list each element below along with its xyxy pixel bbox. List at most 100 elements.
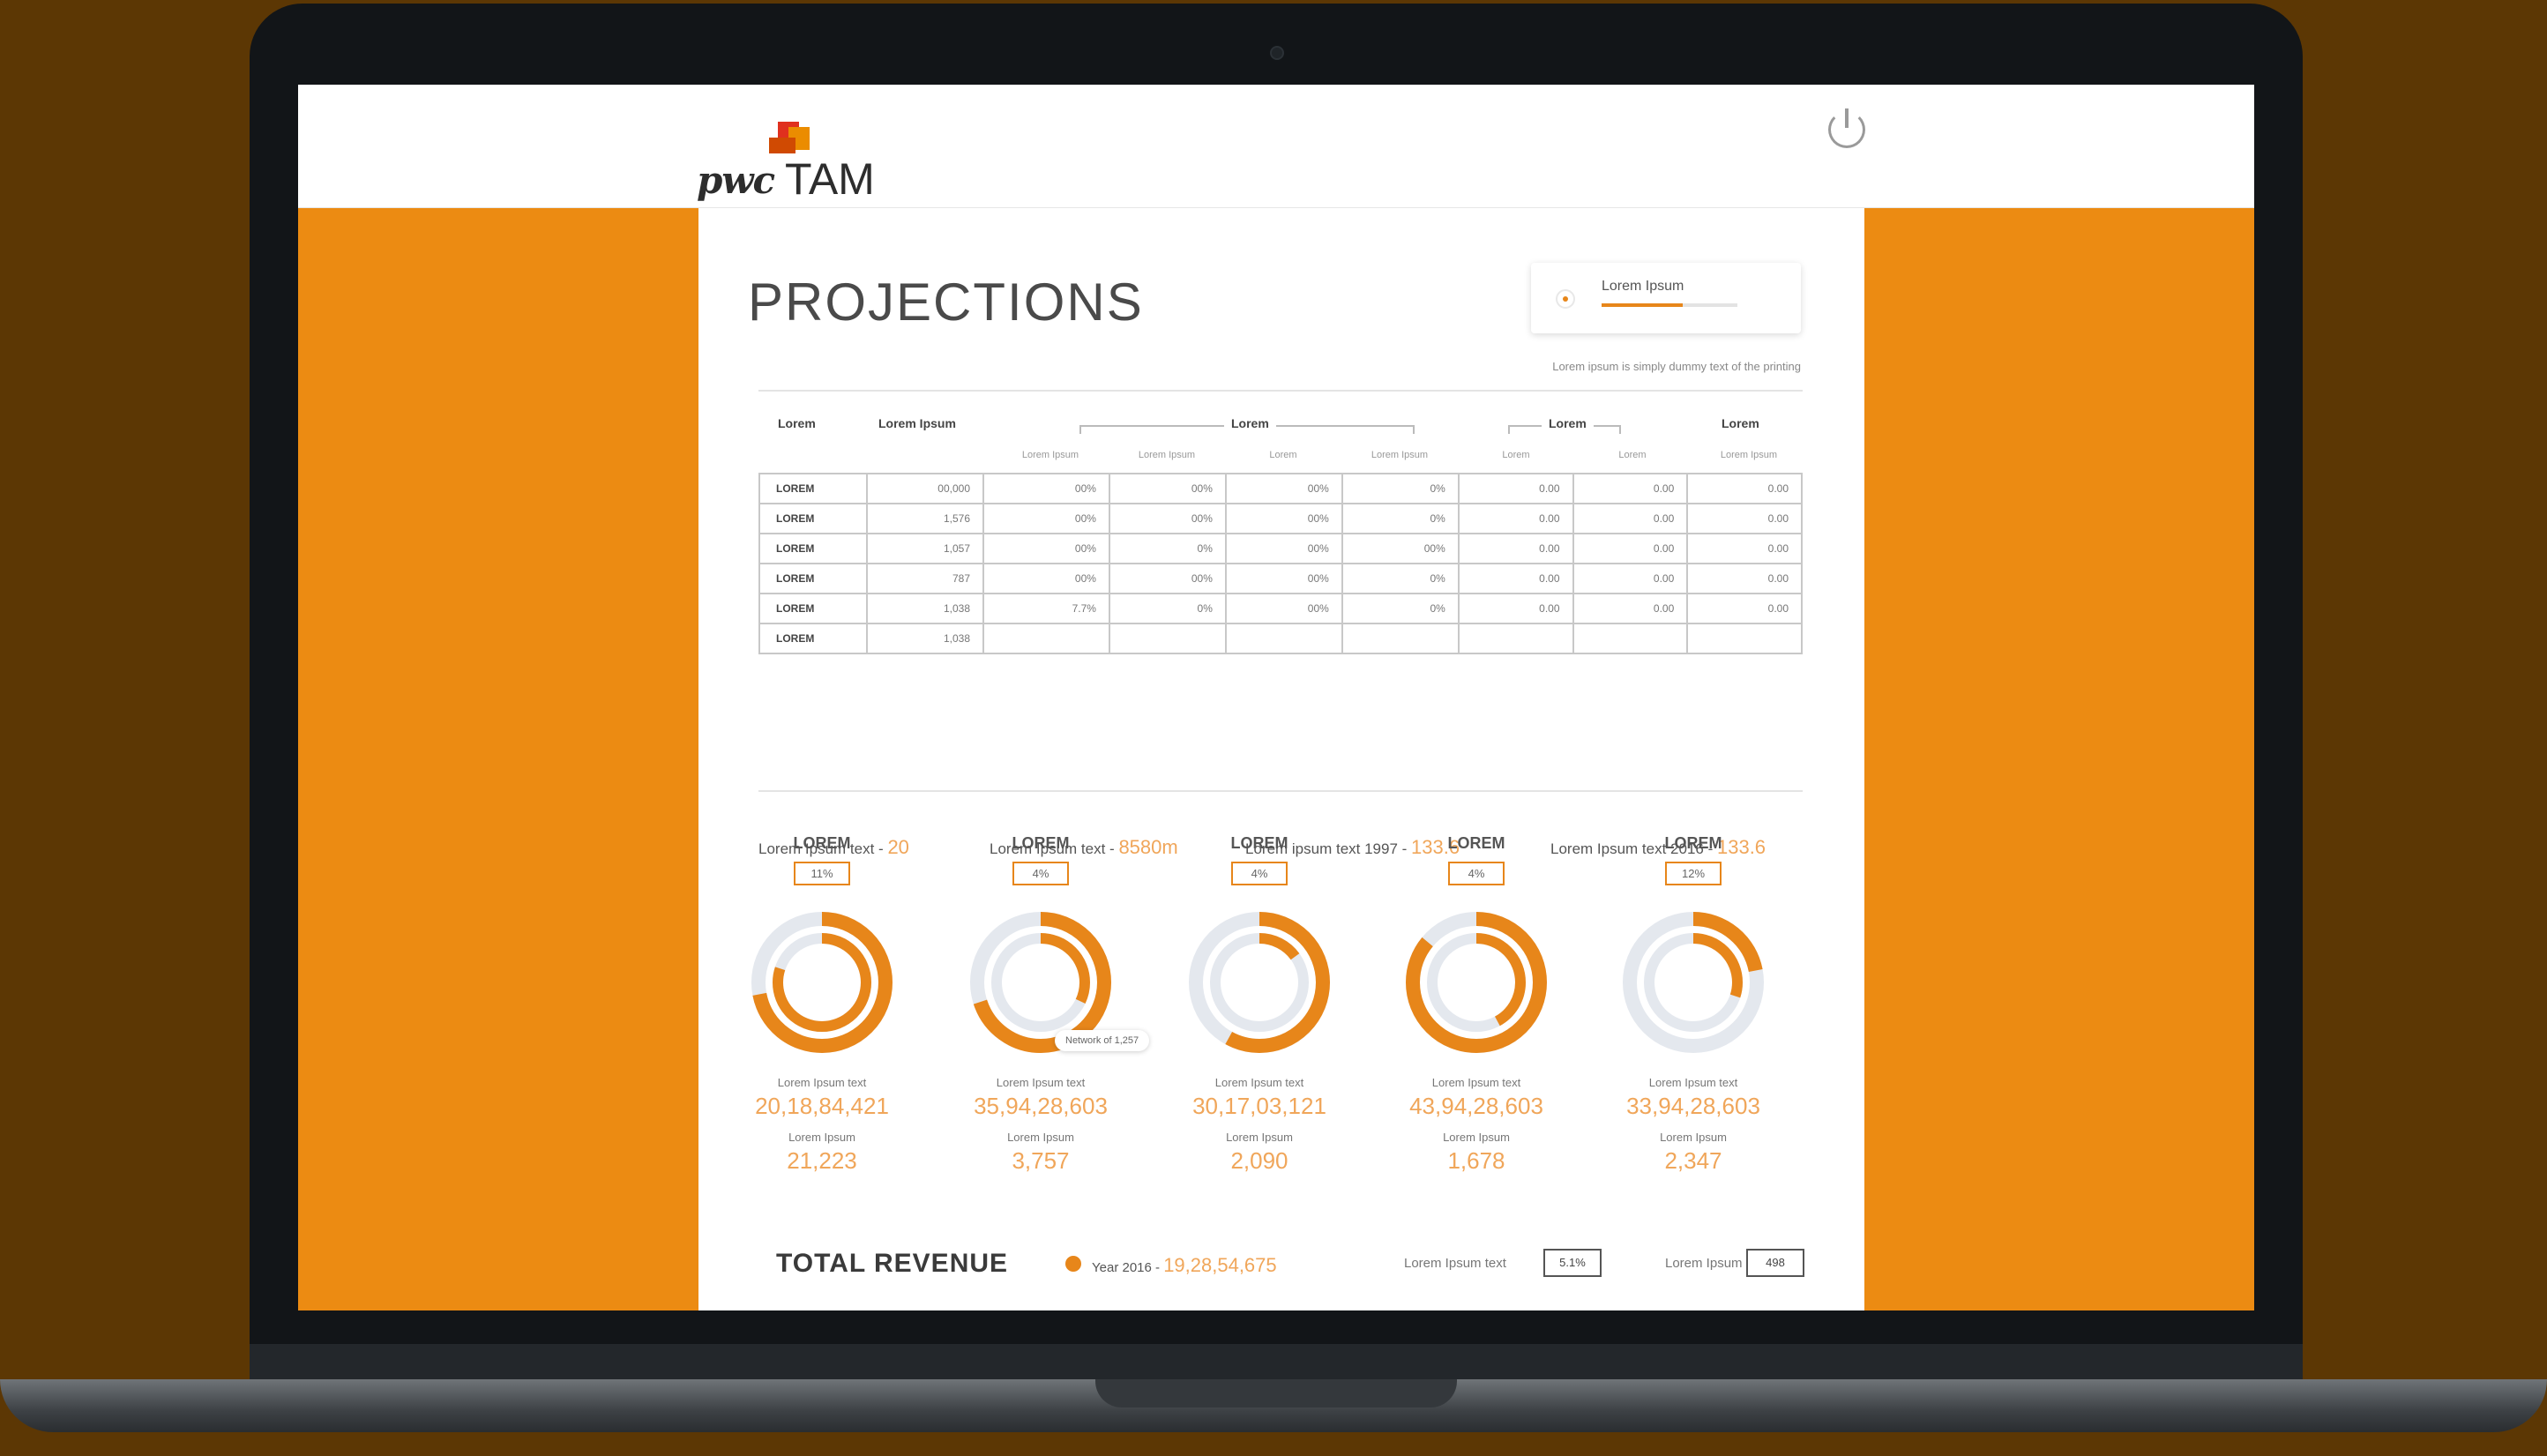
table-cell: 00% — [982, 533, 1110, 564]
table-cell — [982, 623, 1110, 654]
projection-table: LOREM 00,000 00% 00% 00% 0% 0.00 0.00 0.00 LOREM 1… — [758, 473, 1803, 654]
donut-label: Lorem Ipsum text — [777, 1076, 867, 1089]
table-cell: 0% — [1341, 593, 1460, 624]
table-cell: 1,576 — [866, 503, 984, 534]
top-bar: pwc TAM — [298, 85, 2254, 208]
donut-value: 20,18,84,421 — [755, 1093, 889, 1119]
table-cell: 7.7% — [982, 593, 1110, 624]
table-row: LOREM 787 00% 00% 00% 0% 0.00 0.00 0.00 — [758, 563, 1803, 594]
table-cell: 00% — [1224, 533, 1343, 564]
camera-icon — [1270, 46, 1284, 60]
table-cell: 0.00 — [1572, 473, 1689, 504]
table-cell: 0.00 — [1686, 473, 1803, 504]
power-icon[interactable] — [1828, 108, 1865, 148]
table-cell: 00% — [1108, 563, 1227, 594]
donut-badge[interactable]: 4% — [1231, 862, 1288, 885]
year-dot-icon — [1065, 1256, 1081, 1272]
total-revenue-title: TOTAL REVENUE — [776, 1249, 1009, 1278]
donut-heading: LOREM — [793, 834, 851, 852]
table-row: LOREM 1,576 00% 00% 00% 0% 0.00 0.00 0.00 — [758, 503, 1803, 534]
table-cell: 1,038 — [866, 623, 984, 654]
table-cell — [1572, 623, 1689, 654]
legend-label: Lorem Ipsum — [1602, 279, 1684, 294]
donut-sublabel: Lorem Ipsum — [1007, 1131, 1074, 1144]
table-cell: 0.00 — [1572, 593, 1689, 624]
donut-sublabel: Lorem Ipsum — [1660, 1131, 1727, 1144]
table-cell: 0% — [1341, 503, 1460, 534]
table-row: LOREM 1,038 — [758, 623, 1803, 654]
table-cell: 00% — [982, 503, 1110, 534]
donut-heading: LOREM — [1230, 834, 1288, 852]
donut-value: 30,17,03,121 — [1192, 1093, 1326, 1119]
column-subheader: Lorem Ipsum — [1021, 450, 1079, 460]
footer-label: Lorem Ipsum text — [1404, 1256, 1506, 1271]
column-header: Lorem Ipsum — [878, 416, 956, 430]
brand-pwc: pwc — [697, 159, 775, 202]
donut-label: Lorem Ipsum text — [1648, 1076, 1738, 1089]
radio-icon[interactable] — [1556, 289, 1575, 309]
donut-subvalue: 21,223 — [787, 1147, 857, 1174]
row-label: LOREM — [758, 473, 868, 504]
table-cell: 0.00 — [1686, 593, 1803, 624]
donut-label: Lorem Ipsum text — [1214, 1076, 1304, 1089]
table-row: LOREM 00,000 00% 00% 00% 0% 0.00 0.00 0.00 — [758, 473, 1803, 504]
donut-badge[interactable]: 4% — [1448, 862, 1505, 885]
donut-badge[interactable]: 12% — [1665, 862, 1722, 885]
legend-progress-fill — [1602, 303, 1684, 307]
legend-card[interactable]: Lorem Ipsum — [1531, 263, 1801, 333]
donut-badge[interactable]: 4% — [1012, 862, 1069, 885]
table-cell — [1686, 623, 1803, 654]
row-label: LOREM — [758, 533, 868, 564]
donut-card: LOREM 4% Lorem Ipsum text 35,94,28,603 Lorem… — [952, 834, 1129, 1175]
app-screen: pwc TAM PROJECTIONS Lorem Ipsum Lorem ip… — [298, 85, 2254, 1310]
legend-progress — [1602, 303, 1737, 307]
group-header: Lorem — [1542, 416, 1594, 430]
donut-card: LOREM 4% Lorem Ipsum text 30,17,03,121 Lorem… — [1171, 834, 1348, 1175]
row-label: LOREM — [758, 563, 868, 594]
table-cell: 0.00 — [1686, 533, 1803, 564]
table-header: Lorem Lorem Ipsum Lorem Lorem Lorem Lore… — [758, 416, 1803, 469]
donut-chart[interactable] — [1621, 910, 1766, 1055]
page-title: PROJECTIONS — [748, 273, 1144, 332]
laptop-bezel — [250, 1344, 2303, 1379]
brand-name: TAM — [785, 154, 875, 204]
donut-sublabel: Lorem Ipsum — [1443, 1131, 1510, 1144]
table-cell: 1,057 — [866, 533, 984, 564]
donut-subvalue: 2,090 — [1230, 1147, 1288, 1174]
table-row: LOREM 1,038 7.7% 0% 00% 0% 0.00 0.00 0.00 — [758, 593, 1803, 624]
chart-tooltip: Network of 1,257 — [1055, 1030, 1150, 1051]
table-cell: 00% — [1224, 503, 1343, 534]
table-cell: 0.00 — [1686, 503, 1803, 534]
donut-card: LOREM 12% Lorem Ipsum text 33,94,28,603 Lore… — [1605, 834, 1781, 1175]
donut-chart[interactable] — [750, 910, 894, 1055]
table-cell: 00% — [982, 563, 1110, 594]
column-header: Lorem — [778, 416, 816, 430]
table-cell: 0.00 — [1686, 563, 1803, 594]
table-cell: 0% — [1341, 473, 1460, 504]
donut-badge[interactable]: 11% — [794, 862, 850, 885]
donut-subvalue: 2,347 — [1664, 1147, 1722, 1174]
donut-heading: LOREM — [1664, 834, 1722, 852]
group-header: Lorem — [1224, 416, 1276, 430]
donut-heading: LOREM — [1447, 834, 1505, 852]
table-cell: 0.00 — [1457, 533, 1574, 564]
pwc-logo-icon — [769, 122, 810, 157]
table-cell: 00% — [1224, 473, 1343, 504]
footer-input[interactable]: 5.1% — [1543, 1249, 1602, 1277]
row-label: LOREM — [758, 503, 868, 534]
donut-label: Lorem Ipsum text — [1431, 1076, 1521, 1089]
laptop-notch — [1095, 1379, 1457, 1407]
table-cell: 0.00 — [1457, 503, 1574, 534]
column-subheader: Lorem Ipsum — [1371, 450, 1429, 460]
column-subheader: Lorem — [1502, 450, 1530, 460]
donut-value: 33,94,28,603 — [1626, 1093, 1760, 1119]
donut-card: LOREM 11% Lorem Ipsum text 20,18,84,421 Lore… — [734, 834, 910, 1175]
donut-chart[interactable] — [1404, 910, 1549, 1055]
donut-subvalue: 3,757 — [1012, 1147, 1070, 1174]
table-row: LOREM 1,057 00% 0% 00% 00% 0.00 0.00 0.00 — [758, 533, 1803, 564]
donut-chart[interactable] — [1187, 910, 1332, 1055]
footer-input[interactable]: 498 — [1746, 1249, 1804, 1277]
year-revenue: Year 2016 - 19,28,54,675 — [1092, 1254, 1277, 1276]
donut-value: 43,94,28,603 — [1409, 1093, 1543, 1119]
table-cell: 0.00 — [1572, 563, 1689, 594]
